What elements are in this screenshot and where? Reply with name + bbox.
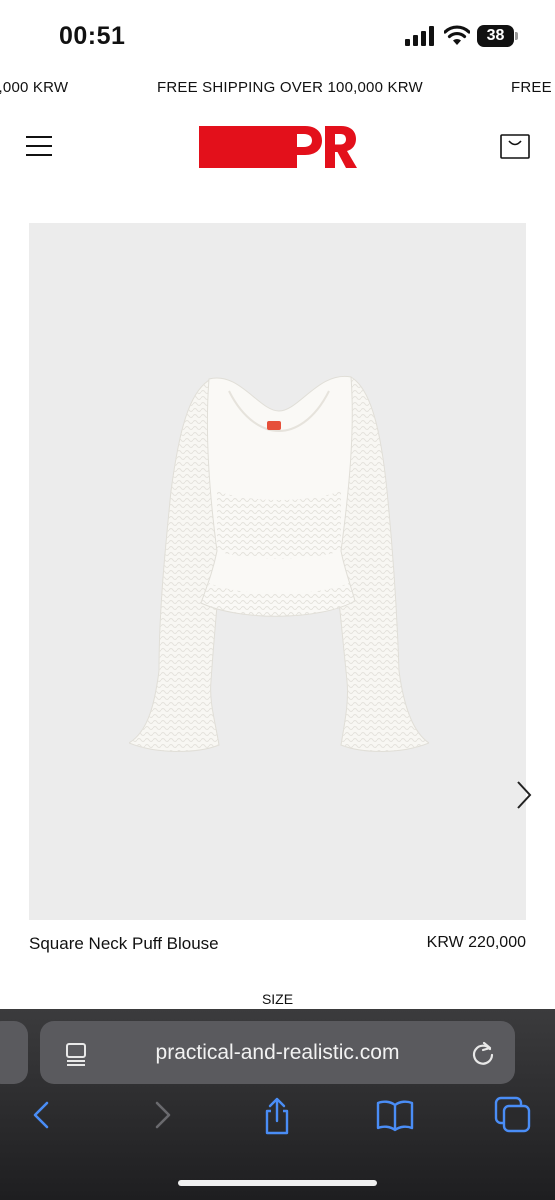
forward-icon[interactable] xyxy=(142,1095,182,1135)
cellular-signal-icon xyxy=(405,26,434,46)
product-price: KRW 220,000 xyxy=(426,934,526,951)
next-image-chevron-icon[interactable] xyxy=(509,778,537,812)
back-icon[interactable] xyxy=(22,1095,62,1135)
battery-icon: 38 xyxy=(477,25,514,47)
status-time: 00:51 xyxy=(59,22,126,50)
announcement-left: 0,000 KRW xyxy=(0,79,69,96)
brand-logo[interactable]: PR xyxy=(199,125,357,169)
address-bar[interactable]: practical-and-realistic.com xyxy=(40,1021,515,1084)
battery-tip xyxy=(515,32,518,40)
size-label: SIZE xyxy=(261,991,294,1007)
shipping-announcement: 0,000 KRW FREE SHIPPING OVER 100,000 KRW… xyxy=(0,76,555,100)
product-name[interactable]: Square Neck Puff Blouse xyxy=(29,934,219,954)
wifi-icon xyxy=(444,25,470,45)
bookmarks-icon[interactable] xyxy=(375,1095,415,1135)
blouse-photo xyxy=(129,375,429,752)
share-icon[interactable] xyxy=(257,1095,297,1135)
tabs-icon[interactable] xyxy=(493,1095,533,1135)
product-image[interactable] xyxy=(29,223,532,920)
logo-text: PR xyxy=(339,125,341,126)
announcement-right: FREE xyxy=(511,79,552,96)
shopping-bag-icon[interactable] xyxy=(500,132,530,159)
url-text[interactable]: practical-and-realistic.com xyxy=(40,1041,515,1065)
reload-icon[interactable] xyxy=(470,1039,496,1067)
battery-level: 38 xyxy=(486,27,505,44)
announcement-center: FREE SHIPPING OVER 100,000 KRW xyxy=(157,79,423,96)
status-bar: 00:51 38 xyxy=(0,0,555,64)
previous-tab-preview[interactable] xyxy=(0,1021,28,1084)
home-indicator[interactable] xyxy=(178,1180,377,1186)
hamburger-menu-icon[interactable] xyxy=(26,136,52,158)
